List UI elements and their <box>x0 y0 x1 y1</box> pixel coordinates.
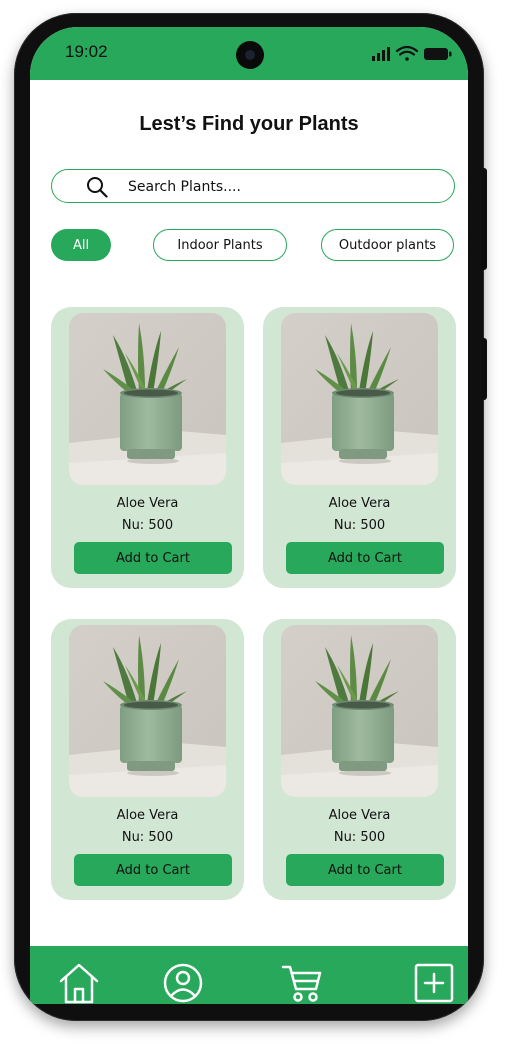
product-card[interactable]: Aloe Vera Nu: 500 Add to Cart <box>263 307 456 588</box>
battery-icon <box>424 48 452 60</box>
power-button <box>481 338 487 400</box>
filter-chip-indoor-plants[interactable]: Indoor Plants <box>153 229 287 261</box>
profile-icon[interactable] <box>162 962 204 1004</box>
aloe-vera-plant-image <box>281 625 438 797</box>
filter-chip-all[interactable]: All <box>51 229 111 261</box>
cart-icon[interactable] <box>281 962 323 1004</box>
add-to-cart-button[interactable]: Add to Cart <box>286 542 444 574</box>
filter-chip-label: Outdoor plants <box>338 237 437 253</box>
aloe-vera-plant-image <box>69 313 226 485</box>
add-to-cart-button[interactable]: Add to Cart <box>74 542 232 574</box>
product-image <box>69 313 226 485</box>
product-name: Aloe Vera <box>116 808 179 823</box>
wifi-icon <box>395 45 419 61</box>
add-to-cart-button[interactable]: Add to Cart <box>74 854 232 886</box>
add-to-cart-button[interactable]: Add to Cart <box>286 854 444 886</box>
filter-chip-label: Indoor Plants <box>177 237 263 253</box>
product-name: Aloe Vera <box>328 496 391 511</box>
front-camera <box>236 41 264 69</box>
product-image <box>281 313 438 485</box>
product-price: Nu: 500 <box>333 518 386 533</box>
volume-button <box>481 168 487 270</box>
product-price: Nu: 500 <box>121 518 174 533</box>
product-name: Aloe Vera <box>328 808 391 823</box>
status-time: 19:02 <box>65 42 108 61</box>
product-price: Nu: 500 <box>121 830 174 845</box>
product-card[interactable]: Aloe Vera Nu: 500 Add to Cart <box>51 307 244 588</box>
product-name: Aloe Vera <box>116 496 179 511</box>
filter-chip-label: All <box>72 237 90 253</box>
aloe-vera-plant-image <box>69 625 226 797</box>
product-card[interactable]: Aloe Vera Nu: 500 Add to Cart <box>263 619 456 900</box>
filter-chip-outdoor-plants[interactable]: Outdoor plants <box>321 229 454 261</box>
app-screen: 19:02 Lest’s Find your Plants Search Pla… <box>30 27 468 1004</box>
product-card[interactable]: Aloe Vera Nu: 500 Add to Cart <box>51 619 244 900</box>
page-title: Lest’s Find your Plants <box>139 113 359 135</box>
add-icon[interactable] <box>413 962 455 1004</box>
product-image <box>281 625 438 797</box>
home-icon[interactable] <box>58 962 100 1004</box>
status-bar: 19:02 <box>30 27 468 80</box>
signal-icon <box>372 47 390 61</box>
product-image <box>69 625 226 797</box>
status-icons <box>372 45 452 61</box>
aloe-vera-plant-image <box>281 313 438 485</box>
search-bar[interactable] <box>51 169 455 203</box>
bottom-navigation <box>30 946 468 1004</box>
product-price: Nu: 500 <box>333 830 386 845</box>
search-icon <box>87 177 108 198</box>
search-input[interactable] <box>126 174 440 200</box>
